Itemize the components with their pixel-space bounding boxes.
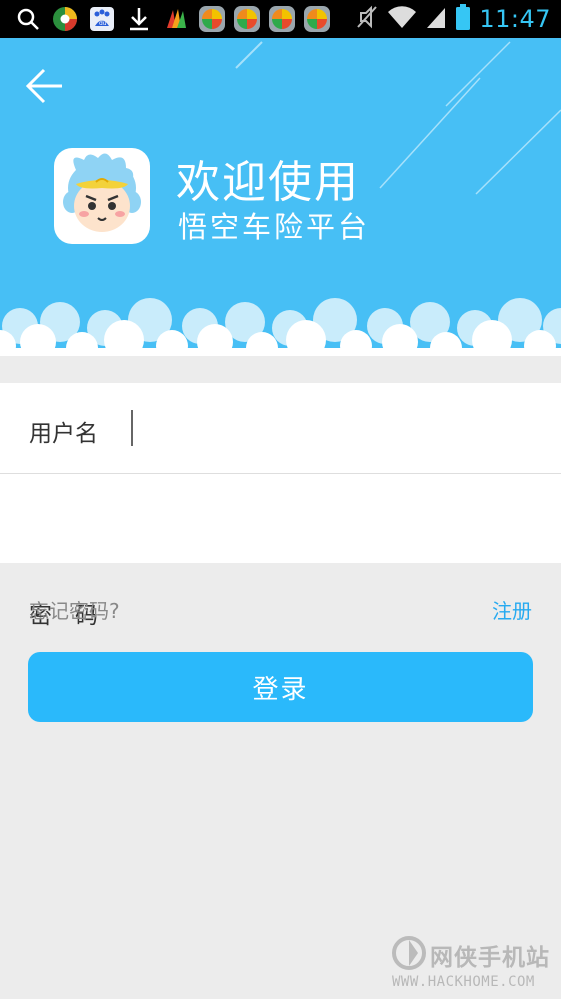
game-app-icon [234, 6, 260, 32]
book-icon [162, 5, 190, 33]
username-input[interactable] [136, 397, 540, 461]
welcome-title: 欢迎使用 [176, 157, 360, 208]
text-cursor [131, 410, 133, 446]
login-form: 用户名 密 码 [0, 383, 561, 643]
status-bar: du 11:47 [0, 0, 561, 38]
welcome-header: 欢迎使用 悟空车险平台 [0, 38, 561, 356]
watermark-name: 网侠手机站 [430, 945, 550, 971]
signal-icon [425, 4, 447, 34]
watermark: 网侠手机站 WWW.HACKHOME.COM [392, 932, 558, 996]
username-row: 用户名 [0, 383, 561, 473]
username-label: 用户名 [29, 421, 98, 447]
clock: 11:47 [479, 5, 551, 33]
cloud-decoration [0, 298, 561, 356]
mute-icon [355, 4, 379, 34]
baidu-icon: du [88, 5, 116, 33]
password-input[interactable] [136, 579, 540, 643]
system-icons: 11:47 [355, 4, 551, 34]
download-icon [125, 5, 153, 33]
battery-icon [455, 3, 471, 35]
browser-icon [51, 5, 79, 33]
platform-subtitle: 悟空车险平台 [178, 210, 371, 244]
watermark-url: WWW.HACKHOME.COM [392, 974, 535, 990]
game-app-icon [199, 6, 225, 32]
notification-icons: du [14, 4, 330, 34]
watermark-logo-icon [392, 936, 426, 970]
game-app-icon [269, 6, 295, 32]
baidu-icon-text: du [99, 20, 107, 27]
login-button[interactable]: 登录 [28, 652, 533, 722]
password-row: 密 码 [0, 474, 561, 643]
game-app-icon [304, 6, 330, 32]
register-link[interactable]: 注册 [492, 595, 532, 624]
wifi-icon [387, 4, 417, 34]
back-arrow-icon[interactable] [22, 64, 70, 108]
search-icon [14, 5, 42, 33]
app-logo [54, 148, 150, 244]
forgot-password-link[interactable]: 忘记密码? [29, 595, 120, 624]
